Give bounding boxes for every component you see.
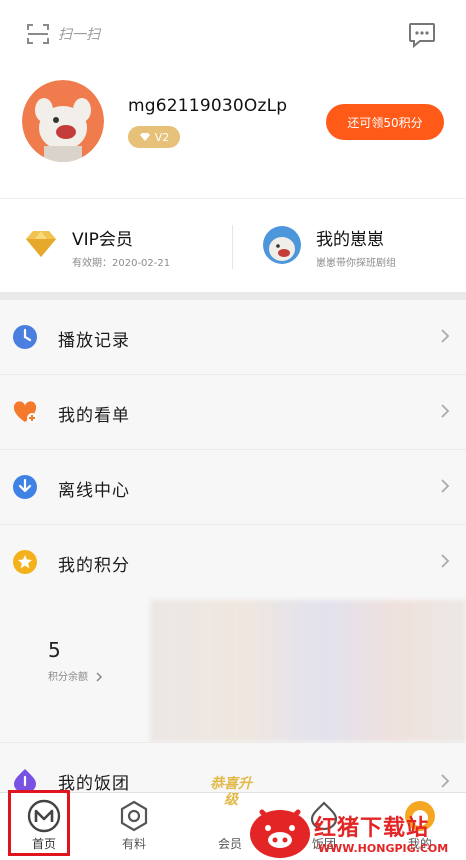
vip-diamond-icon bbox=[26, 231, 56, 257]
menu-label: 我的积分 bbox=[58, 556, 130, 576]
diamond-icon bbox=[139, 133, 150, 141]
profile-section: mg62119030OzLp V2 还可领50积分 bbox=[0, 70, 466, 198]
zaizai-subtitle: 崽崽带你探班剧组 bbox=[316, 258, 396, 269]
blurred-rewards-banner[interactable] bbox=[150, 600, 466, 742]
watermark: 红猪下载站 WWW.HONGPIG.COM bbox=[248, 800, 466, 860]
chevron-right-icon bbox=[441, 404, 450, 418]
tab-youliao[interactable]: 有料 bbox=[94, 799, 174, 857]
menu-item-offline[interactable]: 离线中心 bbox=[0, 450, 466, 525]
vip-title: VIP会员 bbox=[72, 230, 133, 250]
tab-label: 有料 bbox=[121, 837, 146, 851]
menu-label: 播放记录 bbox=[58, 331, 130, 351]
menu-label: 我的看单 bbox=[58, 406, 130, 426]
youliao-icon bbox=[120, 800, 148, 832]
chevron-right-icon bbox=[441, 329, 450, 343]
star-coin-icon bbox=[13, 550, 37, 574]
earn-points-button[interactable]: 还可领50积分 bbox=[326, 104, 444, 140]
clock-icon bbox=[13, 325, 37, 349]
menu-item-watchlist[interactable]: 我的看单 bbox=[0, 375, 466, 450]
top-bar: 扫一扫 bbox=[0, 0, 466, 70]
vip-expiry: 有效期：2020-02-21 bbox=[72, 258, 171, 269]
section-gap bbox=[0, 292, 466, 300]
zaizai-title: 我的崽崽 bbox=[316, 230, 384, 250]
menu-label: 离线中心 bbox=[58, 481, 130, 501]
scan-icon bbox=[27, 24, 49, 44]
menu-item-history[interactable]: 播放记录 bbox=[0, 300, 466, 375]
points-balance: 5 bbox=[48, 638, 61, 662]
chevron-right-icon bbox=[441, 479, 450, 493]
points-panel: 5 积分余额 bbox=[0, 600, 466, 742]
heart-plus-icon bbox=[13, 401, 37, 423]
divider bbox=[232, 225, 233, 269]
chevron-right-icon bbox=[441, 554, 450, 568]
home-tab-highlight-box bbox=[8, 790, 70, 856]
chevron-right-icon bbox=[441, 774, 450, 788]
menu-item-points[interactable]: 我的积分 bbox=[0, 525, 466, 600]
scan-label: 扫一扫 bbox=[58, 27, 100, 43]
menu-list: 播放记录 我的看单 离线中心 我的积分 bbox=[0, 300, 466, 600]
pig-logo-icon bbox=[250, 809, 310, 858]
my-zaizai[interactable]: 我的崽崽 崽崽带你探班剧组 bbox=[262, 225, 452, 273]
download-icon bbox=[13, 475, 37, 499]
message-icon bbox=[409, 23, 435, 49]
vip-row: VIP会员 有效期：2020-02-21 我的崽崽 崽崽带你探班剧组 bbox=[0, 198, 466, 292]
vip-membership[interactable]: VIP会员 有效期：2020-02-21 bbox=[24, 225, 214, 273]
scan-button[interactable]: 扫一扫 bbox=[26, 22, 100, 46]
zaizai-avatar-icon bbox=[263, 226, 301, 264]
message-button[interactable] bbox=[408, 22, 436, 52]
chevron-right-icon bbox=[96, 672, 103, 682]
level-badge: V2 bbox=[128, 126, 180, 148]
username: mg62119030OzLp bbox=[128, 96, 288, 116]
watermark-url: WWW.HONGPIG.COM bbox=[318, 842, 449, 855]
points-balance-label[interactable]: 积分余额 bbox=[48, 668, 103, 683]
avatar[interactable] bbox=[22, 80, 104, 162]
watermark-text: 红猪下载站 bbox=[314, 816, 430, 841]
